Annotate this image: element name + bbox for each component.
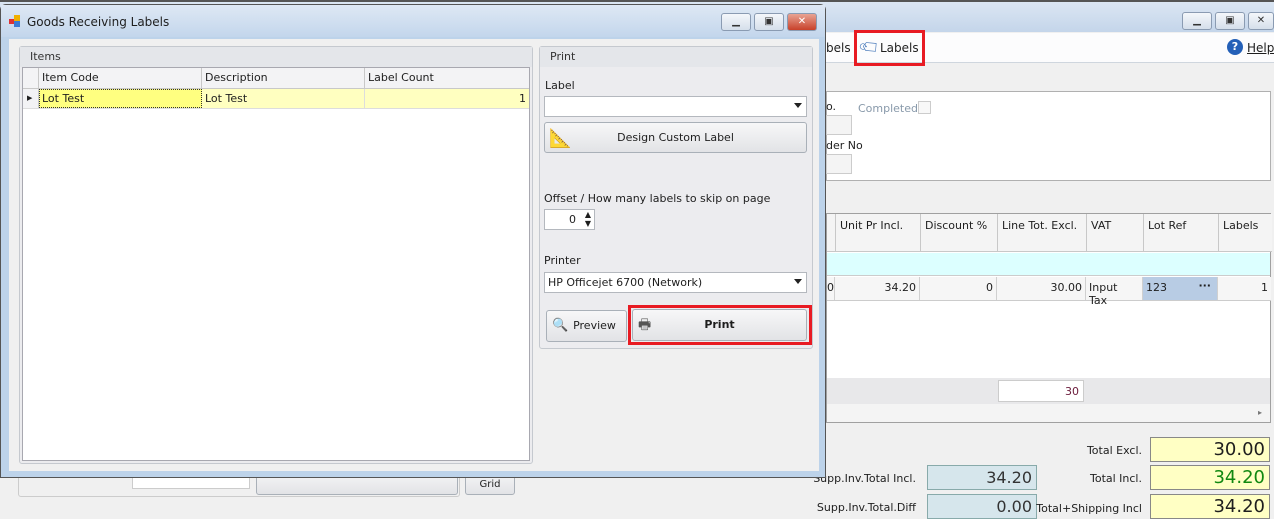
- table-row[interactable]: ▶ Lot Test Lot Test 1: [23, 89, 529, 109]
- items-group-title: Items: [20, 47, 532, 67]
- col-item-code[interactable]: Item Code: [39, 68, 202, 88]
- cell-item-code[interactable]: Lot Test: [39, 89, 202, 108]
- help-icon: ?: [1227, 39, 1243, 55]
- row-indicator-icon: ▶: [23, 89, 39, 108]
- col-unit-pr-incl[interactable]: Unit Pr Incl.: [836, 214, 921, 252]
- table-row[interactable]: 0 34.20 0 30.00 Input Tax 123 ··· 1: [827, 277, 1271, 307]
- completed-label: Completed: [858, 102, 918, 115]
- bg-maximize-button[interactable]: ▣: [1215, 12, 1245, 30]
- completed-checkbox[interactable]: [918, 101, 931, 114]
- toolbar-prev-item[interactable]: bels: [826, 41, 851, 55]
- minimize-button[interactable]: ▁: [721, 13, 751, 31]
- design-custom-label-button[interactable]: 📐 Design Custom Label: [544, 122, 807, 153]
- offset-stepper[interactable]: 0 ▲ ▼: [544, 209, 595, 230]
- goods-receiving-labels-dialog: Goods Receiving Labels ▁ ▣ ✕ Items Item …: [0, 4, 826, 478]
- supp-inv-total-diff: 0.00: [927, 494, 1037, 519]
- total-shipping-incl: 34.20: [1150, 494, 1270, 519]
- items-grid: Item Code Description Label Count ▶ Lot …: [22, 67, 530, 461]
- total-excl-label: Total Excl.: [1086, 444, 1142, 457]
- dialog-client: Items Item Code Description Label Count …: [9, 39, 819, 471]
- col-line-tot-excl[interactable]: Line Tot. Excl.: [998, 214, 1087, 252]
- cell-label-count[interactable]: 1: [365, 89, 529, 108]
- total-excl: 30.00: [1150, 437, 1270, 462]
- bg-close-button[interactable]: ✕: [1248, 12, 1274, 30]
- chevron-down-icon: [794, 103, 802, 108]
- total-incl-label: Total Incl.: [1089, 472, 1142, 485]
- col-lot-ref[interactable]: Lot Ref: [1144, 214, 1219, 252]
- col-discount[interactable]: Discount %: [921, 214, 998, 252]
- chevron-down-icon: [794, 279, 802, 284]
- offset-label: Offset / How many labels to skip on page: [544, 192, 771, 205]
- magnifier-icon: 🔍: [552, 318, 569, 333]
- ruler-pencil-icon: 📐: [549, 128, 572, 149]
- label-select[interactable]: [544, 96, 807, 117]
- col-description[interactable]: Description: [202, 68, 365, 88]
- footer-total: 30: [998, 380, 1084, 402]
- ellipsis-button[interactable]: ···: [1198, 279, 1211, 292]
- supp-inv-total-incl[interactable]: 34.20: [927, 465, 1037, 490]
- order-no-label: der No: [826, 139, 863, 152]
- printer-label: Printer: [544, 254, 581, 267]
- help-button[interactable]: Help: [1247, 41, 1274, 55]
- print-group-title: Print: [540, 47, 812, 67]
- order-no-field[interactable]: [826, 154, 852, 174]
- toolbar-labels-button[interactable]: Labels: [880, 41, 919, 55]
- items-grid-header: Item Code Description Label Count: [23, 68, 529, 89]
- label-label: Label: [545, 79, 575, 92]
- lines-grid-header: Unit Pr Incl. Discount % Line Tot. Excl.…: [827, 214, 1272, 252]
- preview-button[interactable]: 🔍 Preview: [546, 310, 627, 342]
- print-group: Print Label 📐 Design Custom Label Offset…: [539, 46, 813, 349]
- dialog-title: Goods Receiving Labels: [27, 15, 170, 29]
- supp-inv-total-diff-label: Supp.Inv.Total.Diff: [816, 501, 916, 514]
- total-incl: 34.20: [1150, 465, 1270, 490]
- no-field[interactable]: [826, 115, 852, 135]
- maximize-button[interactable]: ▣: [754, 13, 784, 31]
- printer-select[interactable]: HP Officejet 6700 (Network): [544, 272, 807, 293]
- horizontal-scrollbar[interactable]: ▸: [827, 404, 1270, 422]
- bg-minimize-button[interactable]: ▁: [1182, 12, 1212, 30]
- col-labels[interactable]: Labels: [1219, 214, 1272, 252]
- lot-ref-cell[interactable]: 123 ···: [1143, 277, 1218, 300]
- print-button[interactable]: 🖶 Print: [632, 309, 807, 341]
- printer-icon: 🖶: [638, 317, 652, 333]
- close-button[interactable]: ✕: [787, 13, 817, 31]
- cell-description[interactable]: Lot Test: [202, 89, 365, 108]
- app-icon: [9, 15, 21, 27]
- new-row[interactable]: [827, 253, 1270, 276]
- spinner-arrows-icon[interactable]: ▲ ▼: [585, 210, 591, 228]
- col-vat[interactable]: VAT: [1087, 214, 1144, 252]
- col-label-count[interactable]: Label Count: [365, 68, 529, 88]
- items-group: Items Item Code Description Label Count …: [19, 46, 533, 464]
- no-label: o.: [826, 100, 837, 113]
- total-shipping-incl-label: Total+Shipping Incl: [1036, 502, 1142, 515]
